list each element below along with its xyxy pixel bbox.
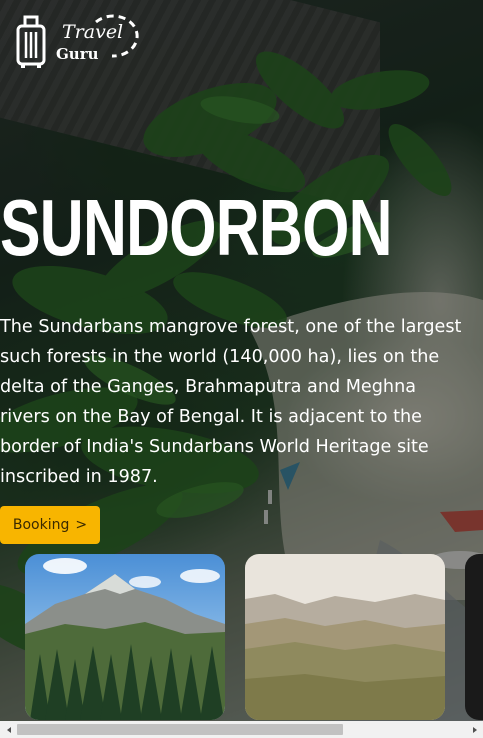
travel-guru-logo[interactable]: Travel Guru bbox=[14, 12, 140, 70]
scroll-left-arrow[interactable] bbox=[0, 721, 17, 738]
destination-card-mountain[interactable] bbox=[25, 554, 225, 720]
chevron-right-icon: > bbox=[75, 517, 88, 533]
booking-button-label: Booking bbox=[12, 517, 70, 533]
scrollbar-thumb[interactable] bbox=[17, 724, 343, 735]
hazy-valley-photo bbox=[245, 554, 445, 720]
logo-text-guru: Guru bbox=[56, 45, 99, 63]
destination-card-partial[interactable] bbox=[465, 554, 483, 720]
destination-card-valley[interactable] bbox=[245, 554, 445, 720]
destination-description: The Sundarbans mangrove forest, one of t… bbox=[0, 317, 462, 487]
triangle-left-icon bbox=[6, 726, 11, 733]
triangle-right-icon bbox=[472, 726, 477, 733]
scroll-right-arrow[interactable] bbox=[466, 721, 483, 738]
destination-title: SUNDORBON bbox=[0, 183, 393, 272]
booking-button[interactable]: Booking > bbox=[0, 506, 100, 544]
horizontal-scrollbar[interactable] bbox=[0, 721, 483, 738]
mountain-forest-photo bbox=[25, 554, 225, 720]
logo-text-travel: Travel bbox=[62, 21, 124, 43]
